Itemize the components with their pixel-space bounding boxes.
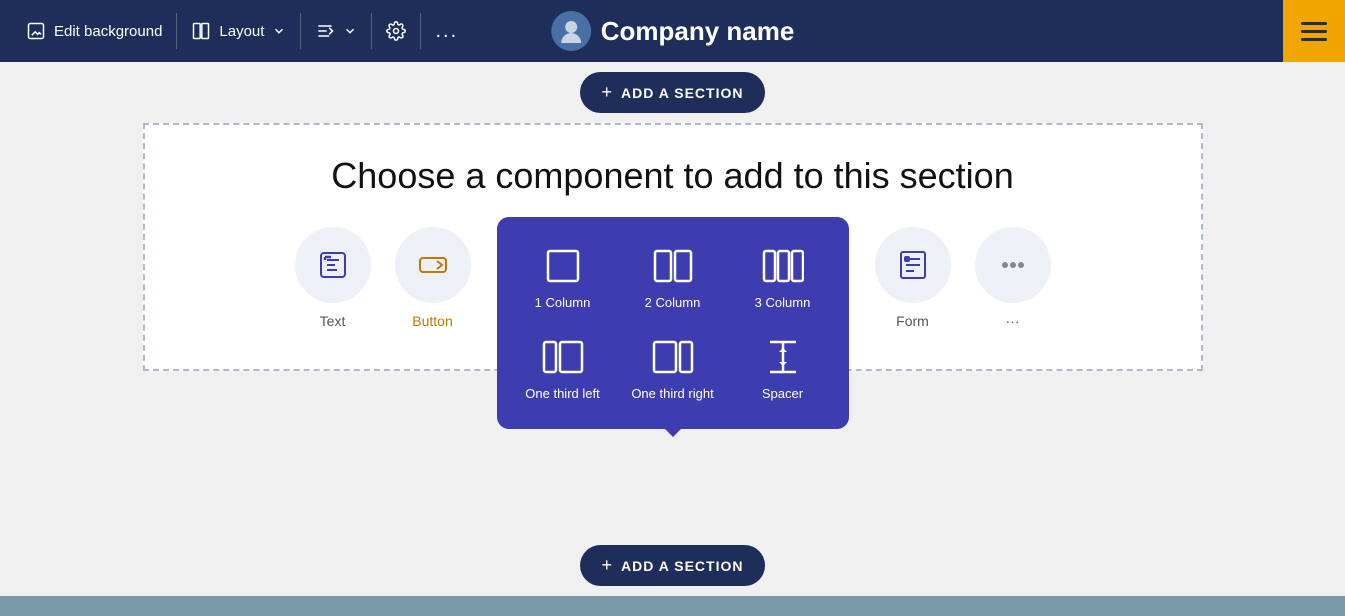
button-label: Button [412,313,452,329]
layout-icon [191,21,211,41]
spacer-label: Spacer [762,386,803,401]
add-section-bottom-button[interactable]: + ADD A SECTION [580,545,766,586]
layout-spacer[interactable]: Spacer [733,328,833,409]
more-options-button[interactable]: ... [421,12,472,51]
spacer-icon [762,336,804,378]
component-text[interactable]: Text [293,227,373,329]
one-column-label: 1 Column [535,295,591,310]
form-icon-circle [875,227,951,303]
edit-background-button[interactable]: Edit background [12,13,177,49]
align-icon [315,21,335,41]
component-form[interactable]: Form [873,227,953,329]
more-icon-circle [975,227,1051,303]
two-column-icon [652,245,694,287]
settings-button[interactable] [372,13,421,49]
form-label: Form [896,313,929,329]
button-icon-circle [395,227,471,303]
toolbar-left: Edit background Layout ... [12,12,472,51]
form-icon [895,247,931,283]
layout-button[interactable]: Layout [177,13,301,49]
three-column-label: 3 Column [755,295,811,310]
hamburger-icon [1301,22,1327,41]
one-third-left-icon [542,336,584,378]
text-icon [315,247,351,283]
button-icon [415,247,451,283]
section-container: Choose a component to add to this sectio… [143,123,1203,371]
layout-3-column[interactable]: 3 Column [733,237,833,318]
layout-2-column[interactable]: 2 Column [623,237,723,318]
footer-strip [0,596,1345,616]
two-column-label: 2 Column [645,295,701,310]
layout-one-third-right[interactable]: One third right [623,328,723,409]
one-third-right-icon [652,336,694,378]
more-dots-icon [995,247,1031,283]
chevron-down-icon2 [343,24,357,38]
one-column-icon [542,245,584,287]
align-button[interactable] [301,13,372,49]
hamburger-button[interactable] [1283,0,1345,62]
component-grid: Text Button 1 Colu [185,227,1161,329]
one-third-left-label: One third left [525,386,599,401]
text-label: Text [320,313,346,329]
toolbar: Edit background Layout ... [0,0,1345,62]
main-area: + ADD A SECTION Choose a component to ad… [0,62,1345,616]
one-third-right-label: One third right [631,386,713,401]
layout-1-column[interactable]: 1 Column [513,237,613,318]
logo-icon [557,17,585,45]
layout-one-third-left[interactable]: One third left [513,328,613,409]
company-header: Company name [551,0,795,62]
gear-icon [386,21,406,41]
component-more[interactable]: ··· [973,227,1053,329]
three-column-icon [762,245,804,287]
plus-icon-bottom: + [602,555,614,576]
component-button[interactable]: Button [393,227,473,329]
more-label: ··· [1006,313,1020,329]
chevron-down-icon [272,24,286,38]
section-title: Choose a component to add to this sectio… [331,155,1013,197]
company-logo [551,11,591,51]
add-section-top-button[interactable]: + ADD A SECTION [580,72,766,113]
company-name-text: Company name [601,16,795,47]
text-icon-circle [295,227,371,303]
layout-popup: 1 Column 2 Column [497,217,849,429]
plus-icon-top: + [602,82,614,103]
edit-background-icon [26,21,46,41]
